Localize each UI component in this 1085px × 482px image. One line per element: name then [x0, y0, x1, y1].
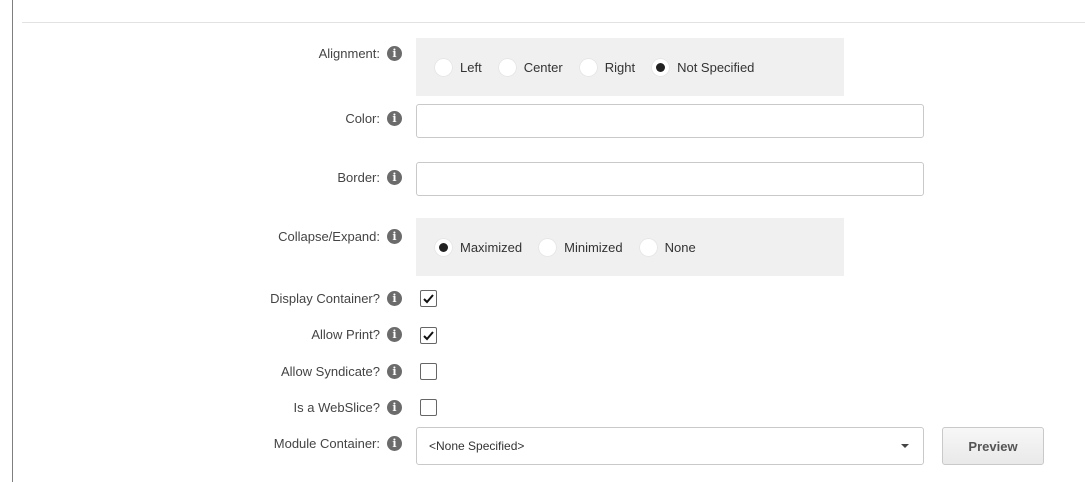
alignment-label: Alignment:	[318, 46, 380, 61]
module-container-selected-value: <None Specified>	[429, 439, 525, 453]
info-icon[interactable]: i	[387, 170, 402, 185]
top-divider	[22, 22, 1085, 23]
webslice-label: Is a WebSlice?	[293, 400, 380, 415]
alignment-option-center[interactable]: Center	[497, 57, 563, 77]
allow-syndicate-checkbox[interactable]	[420, 363, 437, 380]
border-label: Border:	[337, 170, 380, 185]
allow-syndicate-label-wrap: Allow Syndicate? i	[281, 364, 402, 379]
radio-label: Minimized	[564, 239, 623, 255]
radio-button[interactable]	[651, 57, 671, 77]
radio-button[interactable]	[434, 237, 453, 257]
display-container-label-wrap: Display Container? i	[270, 291, 402, 306]
radio-button[interactable]	[538, 237, 558, 257]
alignment-label-wrap: Alignment: i	[319, 46, 402, 61]
collapse-option-minimized[interactable]: Minimized	[538, 237, 623, 257]
radio-button[interactable]	[434, 57, 453, 77]
checkmark-icon	[423, 331, 434, 341]
radio-button[interactable]	[578, 57, 598, 77]
checkmark-icon	[423, 294, 434, 304]
frame-border	[12, 0, 13, 482]
info-icon[interactable]: i	[387, 400, 402, 415]
radio-label: Right	[604, 59, 636, 75]
collapse-expand-label: Collapse/Expand:	[278, 229, 380, 244]
color-input[interactable]	[416, 104, 924, 138]
alignment-option-not-specified[interactable]: Not Specified	[651, 57, 755, 77]
radio-button[interactable]	[497, 57, 517, 77]
color-label: Color:	[345, 111, 380, 126]
radio-button[interactable]	[638, 237, 658, 257]
info-icon[interactable]: i	[387, 291, 402, 306]
module-container-select[interactable]: <None Specified>	[416, 427, 924, 465]
info-icon[interactable]: i	[387, 229, 402, 244]
radio-label: Left	[460, 59, 482, 75]
module-container-label: Module Container:	[273, 436, 380, 451]
border-input[interactable]	[416, 162, 924, 196]
radio-label: Center	[523, 59, 563, 75]
preview-button[interactable]: Preview	[942, 427, 1044, 465]
collapse-expand-label-wrap: Collapse/Expand: i	[278, 229, 402, 244]
border-label-wrap: Border: i	[337, 170, 402, 185]
allow-print-label-wrap: Allow Print? i	[311, 327, 402, 342]
webslice-checkbox[interactable]	[420, 399, 437, 416]
webslice-label-wrap: Is a WebSlice? i	[294, 400, 402, 415]
allow-syndicate-label: Allow Syndicate?	[281, 364, 380, 379]
chevron-down-icon	[901, 444, 909, 448]
radio-label: Maximized	[460, 239, 523, 255]
radio-label: Not Specified	[677, 59, 755, 75]
alignment-option-right[interactable]: Right	[578, 57, 636, 77]
display-container-checkbox[interactable]	[420, 290, 437, 307]
allow-print-label: Allow Print?	[311, 327, 380, 342]
alignment-radio-group: Left Center Right Not Specified	[416, 38, 844, 96]
collapse-expand-radio-group: Maximized Minimized None	[416, 218, 844, 276]
collapse-option-maximized[interactable]: Maximized	[434, 237, 523, 257]
collapse-option-none[interactable]: None	[638, 237, 696, 257]
info-icon[interactable]: i	[387, 111, 402, 126]
alignment-option-left[interactable]: Left	[434, 57, 482, 77]
info-icon[interactable]: i	[387, 364, 402, 379]
color-label-wrap: Color: i	[345, 111, 402, 126]
info-icon[interactable]: i	[387, 436, 402, 451]
info-icon[interactable]: i	[387, 327, 402, 342]
display-container-label: Display Container?	[270, 291, 380, 306]
radio-label: None	[664, 239, 696, 255]
info-icon[interactable]: i	[387, 46, 402, 61]
allow-print-checkbox[interactable]	[420, 327, 437, 344]
module-container-label-wrap: Module Container: i	[274, 436, 402, 451]
